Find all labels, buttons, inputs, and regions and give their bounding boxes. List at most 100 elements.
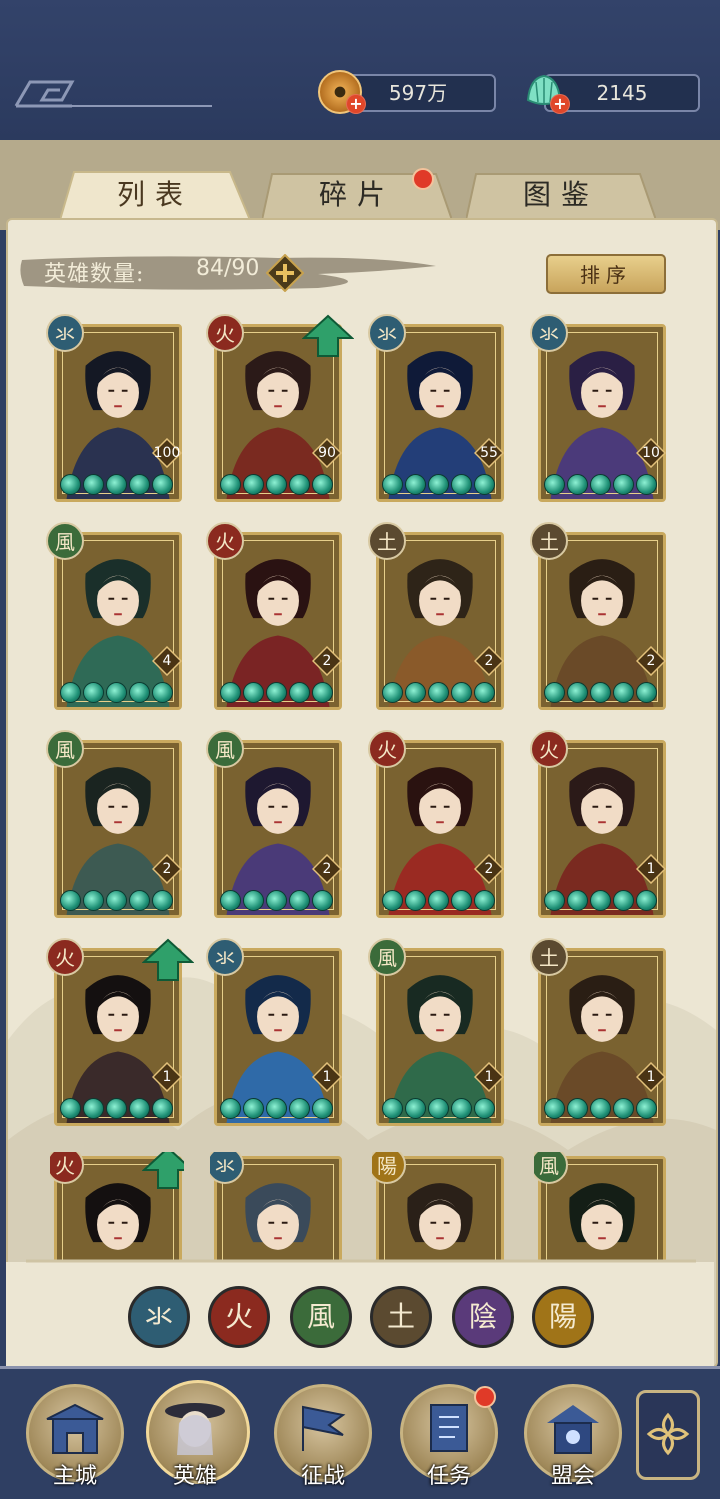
hero-card[interactable]: 火1 [46, 938, 194, 1128]
jade-star-icon [243, 1098, 264, 1119]
hero-card[interactable]: 氺 [210, 1152, 344, 1260]
hero-card[interactable]: 火2 [368, 730, 506, 920]
hero-level-badge: 55 [473, 437, 505, 469]
jade-star-icon [636, 890, 657, 911]
hero-star-row [220, 682, 336, 704]
hero-card[interactable]: 氺 100 [46, 314, 184, 504]
hero-card[interactable]: 風1 [368, 938, 506, 1128]
jade-star-icon [567, 1098, 588, 1119]
meander-ornament-icon [14, 80, 212, 108]
jade-star-icon [289, 1098, 310, 1119]
add-jade-button[interactable]: + [550, 94, 570, 114]
element-fire-icon: 火 [206, 314, 244, 352]
jade-star-icon [312, 1098, 333, 1119]
frame-inner-border [222, 956, 334, 1118]
filter-yang-button[interactable]: 陽 [532, 1286, 594, 1348]
hero-count-bar: 英雄数量: 84/90 [18, 252, 438, 292]
hero-card[interactable]: 風2 [46, 730, 184, 920]
jade-star-icon [474, 682, 495, 703]
jade-star-icon [129, 890, 150, 911]
tab-codex-label: 图鉴 [522, 178, 599, 211]
jade-star-icon [60, 1098, 81, 1119]
frame-inner-border [384, 956, 496, 1118]
filter-wind-button[interactable]: 風 [290, 1286, 352, 1348]
jade-star-icon [129, 1098, 150, 1119]
add-coins-button[interactable]: + [346, 94, 366, 114]
filter-yin-button[interactable]: 陰 [452, 1286, 514, 1348]
frame-inner-border [384, 540, 496, 702]
hero-level-badge: 1 [473, 1061, 505, 1093]
frame-inner-border [546, 1164, 658, 1260]
jade-star-icon [312, 890, 333, 911]
hero-level-badge: 2 [473, 645, 505, 677]
sort-button[interactable]: 排序 [546, 254, 666, 294]
hero-level: 1 [646, 1069, 656, 1085]
frame-inner-border [62, 332, 174, 494]
jade-star-icon [106, 1098, 127, 1119]
hero-card[interactable]: 陽 [372, 1152, 506, 1260]
hero-star-row [220, 890, 336, 912]
tab-codex[interactable]: 图鉴 [466, 170, 656, 220]
frame-inner-border [62, 540, 174, 702]
hero-card[interactable]: 風 [534, 1152, 668, 1260]
hero-level: 1 [322, 1069, 332, 1085]
hero-card[interactable]: 火 [50, 1152, 184, 1260]
more-menu-button[interactable] [636, 1390, 700, 1480]
jade-star-icon [60, 682, 81, 703]
hero-star-row [382, 474, 498, 496]
jade-star-icon [590, 474, 611, 495]
element-water-icon: 氺 [206, 938, 244, 976]
coin-counter[interactable]: 597万 + [318, 70, 498, 114]
hero-card[interactable]: 火 90 [206, 314, 354, 504]
hero-card[interactable]: 氺 55 [368, 314, 506, 504]
hero-level: 1 [162, 1069, 172, 1085]
jade-star-icon [382, 682, 403, 703]
hero-level: 2 [484, 653, 494, 669]
jade-star-icon [474, 474, 495, 495]
jade-star-icon [83, 890, 104, 911]
jade-star-icon [129, 682, 150, 703]
jade-star-icon [613, 1098, 634, 1119]
nav-notification-dot [474, 1386, 496, 1408]
jade-star-icon [428, 1098, 449, 1119]
hero-star-row [544, 890, 660, 912]
hero-card[interactable]: 風4 [46, 522, 184, 712]
expand-capacity-button[interactable] [266, 254, 304, 292]
filter-earth-button[interactable]: 土 [370, 1286, 432, 1348]
jade-star-icon [405, 682, 426, 703]
jade-star-icon [544, 474, 565, 495]
filter-bar [6, 1259, 714, 1366]
jade-star-icon [220, 474, 241, 495]
jade-star-icon [567, 682, 588, 703]
filter-fire-button[interactable]: 火 [208, 1286, 270, 1348]
hero-star-row [544, 474, 660, 496]
hero-card[interactable]: 氺1 [206, 938, 344, 1128]
jade-star-icon [106, 474, 127, 495]
jade-star-icon [312, 682, 333, 703]
jade-star-icon [405, 1098, 426, 1119]
tab-list[interactable]: 列表 [60, 170, 250, 220]
jade-star-icon [289, 890, 310, 911]
hero-card[interactable]: 風2 [206, 730, 344, 920]
element-fire-icon: 火 [530, 730, 568, 768]
jade-star-icon [243, 474, 264, 495]
filter-water-button[interactable]: 氺 [128, 1286, 190, 1348]
hero-level-badge: 90 [311, 437, 343, 469]
hero-card[interactable]: 土1 [530, 938, 668, 1128]
hero-card[interactable]: 土2 [530, 522, 668, 712]
element-earth-icon: 土 [530, 938, 568, 976]
hero-level-badge: 2 [473, 853, 505, 885]
element-earth-icon: 土 [368, 522, 406, 560]
element-fire-icon: 火 [206, 522, 244, 560]
hero-star-row [382, 682, 498, 704]
jade-star-icon [451, 890, 472, 911]
jade-counter[interactable]: 2145 + [522, 72, 702, 114]
upgrade-arrow-icon [142, 1152, 184, 1189]
hero-card[interactable]: 火2 [206, 522, 344, 712]
jade-star-icon [405, 474, 426, 495]
hero-card[interactable]: 火1 [530, 730, 668, 920]
hero-card[interactable]: 土2 [368, 522, 506, 712]
jade-star-icon [428, 474, 449, 495]
hero-card[interactable]: 氺 10 [530, 314, 668, 504]
quest-scroll-icon [430, 1404, 468, 1452]
